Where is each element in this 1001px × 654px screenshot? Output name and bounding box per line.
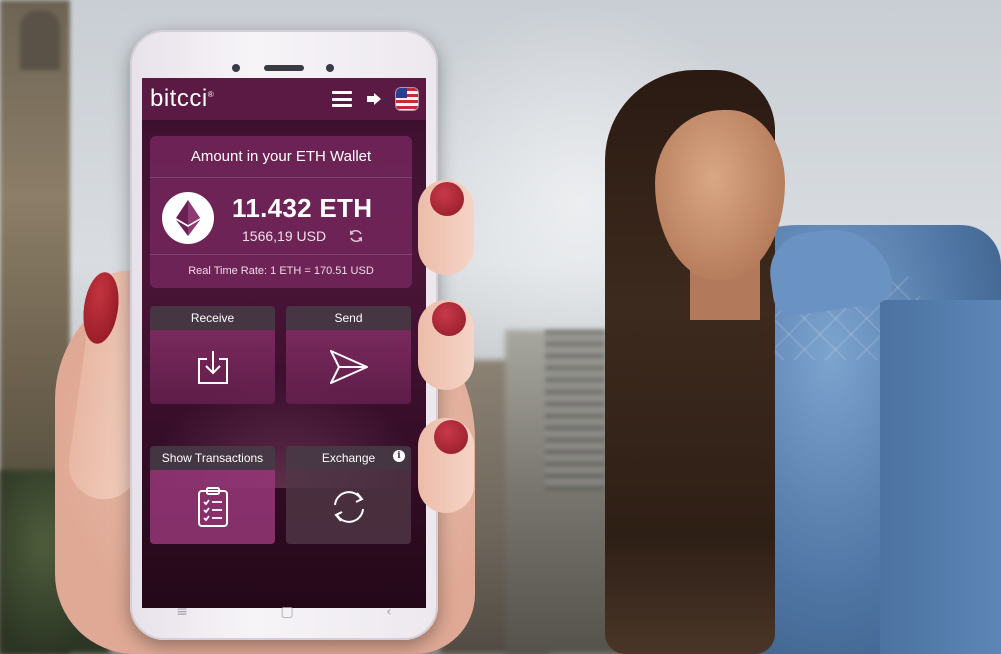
home-icon[interactable]: ▢ — [280, 604, 293, 620]
exchange-label: Exchange i — [286, 446, 411, 470]
ring-finger-nail — [434, 420, 468, 454]
app-logo[interactable]: bitcci® — [150, 85, 214, 113]
scaffolding — [545, 330, 605, 490]
exchange-arrows-icon — [333, 491, 364, 523]
receive-label: Receive — [150, 306, 275, 330]
logo-registered-mark: ® — [207, 90, 215, 99]
info-icon[interactable]: i — [393, 450, 405, 462]
wallet-balance-row: 11.432 ETH 1566,19 USD — [150, 178, 412, 250]
exchange-tile-body — [286, 470, 411, 544]
menu-icon[interactable] — [332, 91, 352, 107]
front-camera — [232, 64, 240, 72]
phone-top-bezel — [130, 42, 438, 82]
show-transactions-tile-body — [150, 470, 275, 544]
usd-balance: 1566,19 USD — [242, 227, 327, 244]
wallet-title: Amount in your ETH Wallet — [150, 136, 412, 178]
ethereum-icon — [162, 192, 214, 244]
app-screen: bitcci® Amount in your ETH Wallet 11.432… — [142, 78, 426, 608]
menu-icon-bar — [332, 91, 352, 94]
real-time-rate: Real Time Rate: 1 ETH = 170.51 USD — [150, 254, 412, 290]
usd-row: 1566,19 USD — [232, 228, 402, 244]
us-flag-icon[interactable] — [396, 88, 418, 110]
clipboard-checklist-icon — [197, 487, 228, 527]
send-label: Send — [286, 306, 411, 330]
wallet-amounts: 11.432 ETH 1566,19 USD — [214, 193, 402, 244]
eth-balance: 11.432 ETH — [232, 192, 373, 223]
menu-icon-bar — [332, 104, 352, 107]
show-transactions-label: Show Transactions — [150, 446, 275, 470]
download-tray-icon — [197, 351, 228, 384]
wallet-card: Amount in your ETH Wallet 11.432 ETH 156… — [150, 136, 412, 288]
recent-apps-icon[interactable]: ≡ — [176, 604, 188, 620]
refresh-icon[interactable] — [348, 228, 364, 244]
show-transactions-button[interactable]: Show Transactions — [150, 446, 275, 544]
phone: bitcci® Amount in your ETH Wallet 11.432… — [130, 30, 438, 640]
woman-arm — [880, 300, 1001, 654]
earpiece-speaker — [264, 65, 304, 71]
paper-plane-icon — [329, 350, 368, 384]
receive-button[interactable]: Receive — [150, 306, 275, 404]
proximity-sensor — [326, 64, 334, 72]
receive-tile-body — [150, 330, 275, 404]
logout-icon[interactable] — [366, 91, 382, 107]
top-bar: bitcci® — [142, 78, 426, 120]
send-button[interactable]: Send — [286, 306, 411, 404]
phone-navigation-bar: ≡ ▢ ‹ — [130, 600, 438, 624]
back-icon[interactable]: ‹ — [386, 604, 392, 620]
clock-tower-top — [20, 10, 60, 70]
exchange-button[interactable]: Exchange i — [286, 446, 411, 544]
index-finger-nail — [430, 182, 464, 216]
middle-finger-nail — [432, 302, 466, 336]
logo-text: bitcci — [150, 85, 208, 112]
menu-icon-bar — [332, 97, 352, 101]
send-tile-body — [286, 330, 411, 404]
exchange-label-text: Exchange — [321, 451, 376, 465]
